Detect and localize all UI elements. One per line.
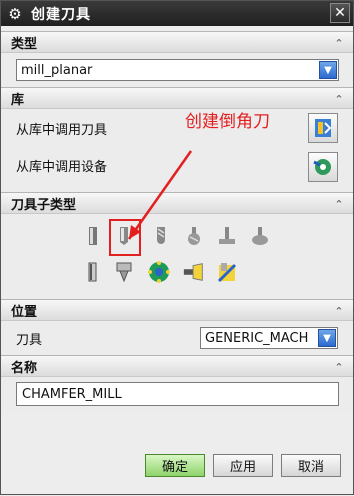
annotation-arrow [127, 150, 193, 240]
arrow-head-icon [129, 225, 141, 239]
create-tool-dialog: ⚙ 创建刀具 ✕ 类型 ⌃ mill_planar ▼ 库 ⌃ 从库中调用刀具 … [0, 0, 354, 495]
